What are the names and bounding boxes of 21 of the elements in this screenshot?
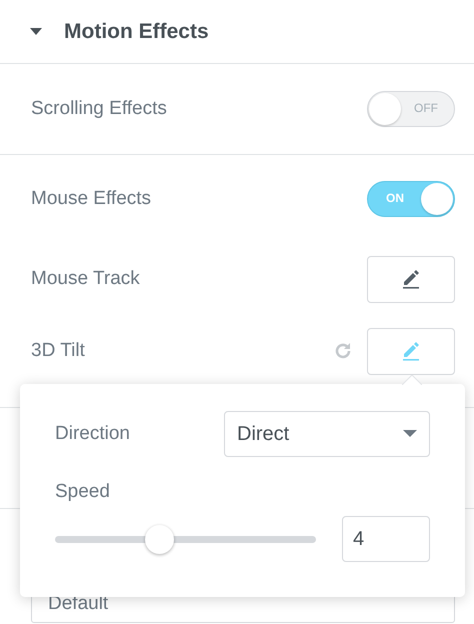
speed-input[interactable]: 4: [342, 516, 430, 562]
row-label: Mouse Track: [31, 268, 140, 290]
direction-select[interactable]: Direct: [224, 411, 430, 457]
pencil-icon: [400, 268, 422, 290]
direction-label: Direction: [55, 423, 130, 445]
toggle-text: OFF: [414, 101, 438, 115]
row-label: 3D Tilt: [31, 340, 85, 362]
toggle-text: ON: [386, 191, 404, 205]
section-title: Motion Effects: [64, 20, 209, 44]
caret-icon[interactable]: [30, 28, 42, 36]
speed-slider[interactable]: [55, 524, 316, 554]
edit-button[interactable]: [367, 256, 455, 302]
slider-thumb[interactable]: [145, 524, 174, 554]
pencil-icon: [400, 340, 422, 362]
row-label: Mouse Effects: [31, 188, 152, 210]
toggle-knob: [421, 183, 453, 215]
row-label: Scrolling Effects: [31, 98, 167, 120]
toggle-knob: [369, 93, 401, 125]
reset-icon[interactable]: [333, 341, 353, 361]
speed-label: Speed: [55, 481, 111, 503]
dropdown-caret-icon: [403, 430, 417, 438]
